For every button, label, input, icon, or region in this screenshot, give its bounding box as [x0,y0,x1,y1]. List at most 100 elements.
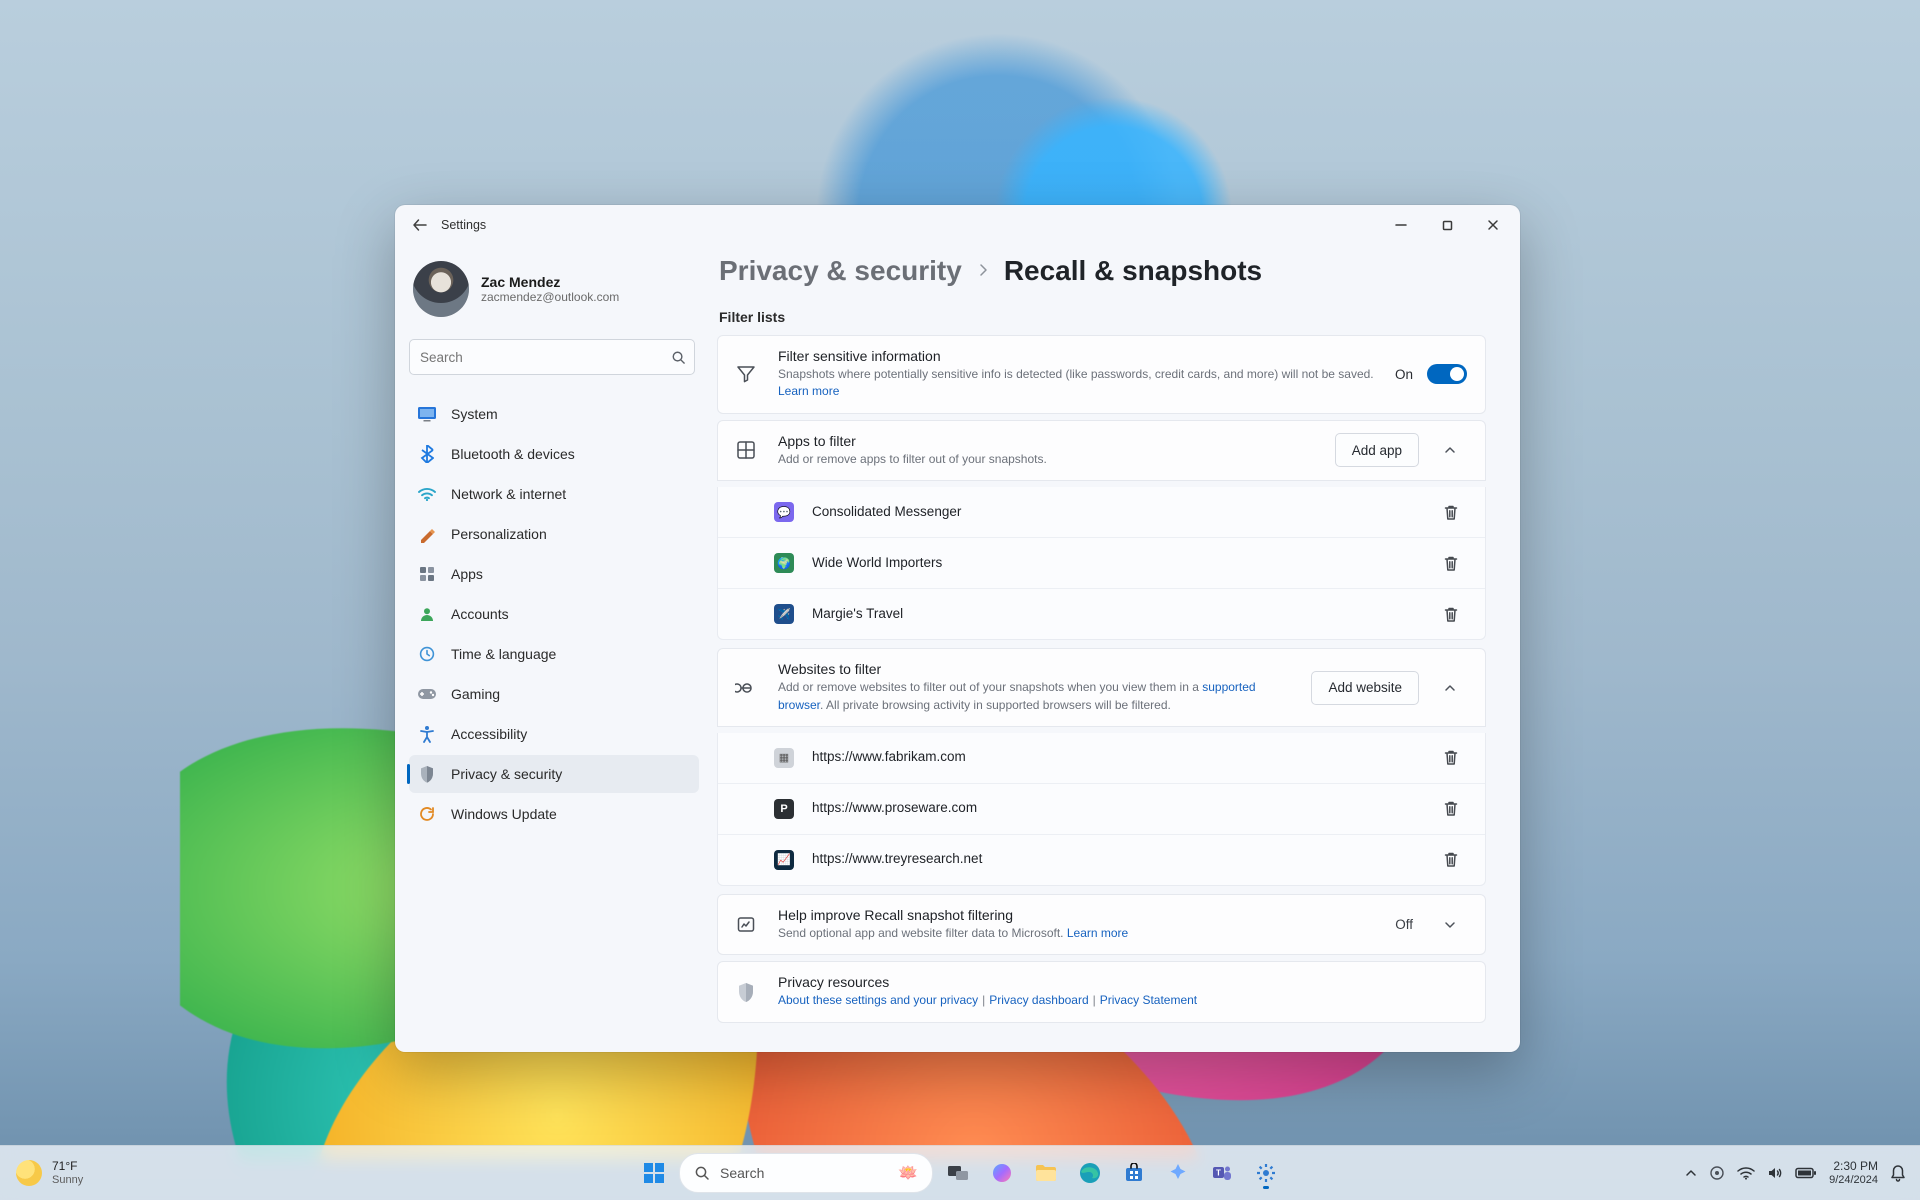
shield-icon [732,978,760,1006]
nav-label: Accounts [451,606,509,622]
delete-site-button[interactable] [1435,742,1467,774]
search-input[interactable] [418,349,671,366]
nav-label: Personalization [451,526,547,542]
learn-more-link[interactable]: Learn more [1067,926,1128,940]
nav-accounts[interactable]: Accounts [409,595,699,633]
breadcrumb-parent[interactable]: Privacy & security [719,255,962,287]
app-name: Consolidated Messenger [812,504,1417,519]
nav-update[interactable]: Windows Update [409,795,699,833]
app-icon: 🌍 [774,553,794,573]
collapse-apps[interactable] [1433,434,1467,466]
nav-apps[interactable]: Apps [409,555,699,593]
learn-more-link[interactable]: Learn more [778,384,839,398]
app-name: Margie's Travel [812,606,1417,621]
maximize-button[interactable] [1424,208,1470,242]
nav-bluetooth[interactable]: Bluetooth & devices [409,435,699,473]
taskbar-center: Search 🪷 T [635,1153,1285,1193]
sidebar: Zac Mendez zacmendez@outlook.com System … [395,245,707,1052]
nav-accessibility[interactable]: Accessibility [409,715,699,753]
site-url: https://www.proseware.com [812,800,1417,815]
taskbar-app-copilot[interactable] [983,1154,1021,1192]
window-titlebar: Settings [395,205,1520,245]
profile-block[interactable]: Zac Mendez zacmendez@outlook.com [409,253,699,333]
nav-time[interactable]: Time & language [409,635,699,673]
svg-text:T: T [1216,1169,1221,1178]
wifi-icon[interactable] [1737,1166,1755,1180]
notifications-icon[interactable] [1890,1164,1906,1182]
section-title: Filter lists [719,309,1486,325]
toggle-filter-sensitive[interactable] [1427,364,1467,384]
card-title: Websites to filter [778,661,1293,677]
delete-site-button[interactable] [1435,793,1467,825]
taskbar-weather[interactable]: 71°F Sunny [0,1160,83,1186]
site-url: https://www.treyresearch.net [812,851,1417,866]
add-app-button[interactable]: Add app [1335,433,1419,467]
bluetooth-icon [417,444,437,464]
card-title: Privacy resources [778,974,1467,990]
tray-overflow-icon[interactable] [1685,1167,1697,1179]
resource-links: About these settings and your privacy|Pr… [778,992,1467,1009]
apps-filter-block: Apps to filter Add or remove apps to fil… [717,420,1486,640]
card-title: Apps to filter [778,433,1317,449]
delete-app-button[interactable] [1435,547,1467,579]
system-tray[interactable] [1685,1165,1817,1181]
delete-site-button[interactable] [1435,844,1467,876]
battery-icon[interactable] [1795,1167,1817,1179]
card-desc: Send optional app and website filter dat… [778,925,1377,942]
taskbar-clock[interactable]: 2:30 PM 9/24/2024 [1829,1160,1878,1185]
start-button[interactable] [635,1154,673,1192]
websites-list: ▦ https://www.fabrikam.com P https://www… [717,733,1486,886]
settings-window: Settings Zac Mendez zacmendez@outlook.co… [395,205,1520,1052]
card-help-improve[interactable]: Help improve Recall snapshot filtering S… [717,894,1486,955]
nav-label: Windows Update [451,806,557,822]
feedback-icon [732,911,760,939]
taskbar-app-teams[interactable]: T [1203,1154,1241,1192]
nav-label: Accessibility [451,726,527,742]
page-title: Recall & snapshots [1004,255,1262,287]
nav-privacy[interactable]: Privacy & security [409,755,699,793]
delete-app-button[interactable] [1435,496,1467,528]
taskbar-app-ai[interactable] [1159,1154,1197,1192]
card-title: Filter sensitive information [778,348,1377,364]
accessibility-icon [417,724,437,744]
nav-personalization[interactable]: Personalization [409,515,699,553]
card-title: Help improve Recall snapshot filtering [778,907,1377,923]
card-privacy-resources: Privacy resources About these settings a… [717,961,1486,1022]
expand-improve[interactable] [1433,909,1467,941]
add-website-button[interactable]: Add website [1311,671,1419,705]
app-row: 💬 Consolidated Messenger [718,487,1485,537]
site-url: https://www.fabrikam.com [812,749,1417,764]
taskbar-app-edge[interactable] [1071,1154,1109,1192]
copilot-tray-icon[interactable] [1709,1165,1725,1181]
taskbar-app-explorer[interactable] [1027,1154,1065,1192]
nav-label: Network & internet [451,486,566,502]
link-privacy-statement[interactable]: Privacy Statement [1100,993,1197,1007]
nav-system[interactable]: System [409,395,699,433]
taskbar: 71°F Sunny Search 🪷 T [0,1145,1920,1200]
avatar [413,261,469,317]
card-desc: Add or remove apps to filter out of your… [778,451,1317,468]
volume-icon[interactable] [1767,1166,1783,1180]
taskbar-app-taskview[interactable] [939,1154,977,1192]
delete-app-button[interactable] [1435,598,1467,630]
taskbar-app-store[interactable] [1115,1154,1153,1192]
apps-list: 💬 Consolidated Messenger 🌍 Wide World Im… [717,487,1486,640]
taskbar-app-settings[interactable] [1247,1154,1285,1192]
search-box[interactable] [409,339,695,375]
taskbar-search[interactable]: Search 🪷 [679,1153,933,1193]
nav-network[interactable]: Network & internet [409,475,699,513]
site-row: P https://www.proseware.com [718,783,1485,834]
link-about-settings[interactable]: About these settings and your privacy [778,993,978,1007]
collapse-websites[interactable] [1433,672,1467,704]
link-privacy-dashboard[interactable]: Privacy dashboard [989,993,1088,1007]
card-desc: Snapshots where potentially sensitive in… [778,366,1377,401]
app-icon: 💬 [774,502,794,522]
weather-temp: 71°F [52,1160,83,1173]
back-button[interactable] [403,208,437,242]
close-button[interactable] [1470,208,1516,242]
profile-name: Zac Mendez [481,274,619,290]
nav-gaming[interactable]: Gaming [409,675,699,713]
breadcrumb: Privacy & security Recall & snapshots [719,255,1486,287]
minimize-button[interactable] [1378,208,1424,242]
taskbar-right: 2:30 PM 9/24/2024 [1685,1160,1920,1185]
